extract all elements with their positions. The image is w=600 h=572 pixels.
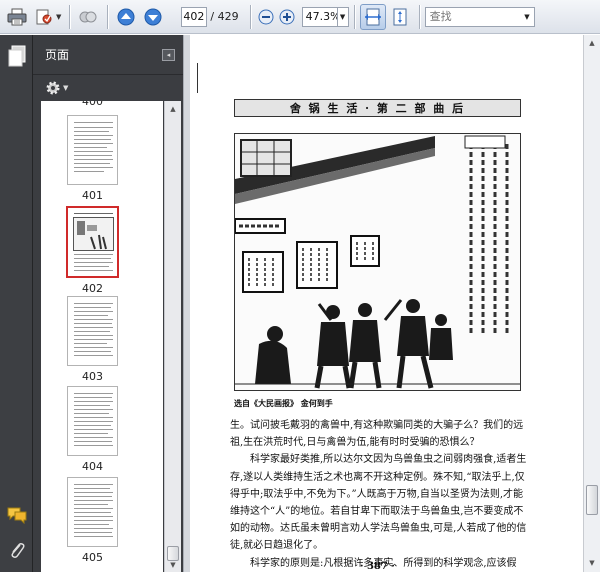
panel-title: 页面 bbox=[45, 48, 70, 62]
zoom-out-button[interactable] bbox=[256, 4, 276, 30]
pages-icon bbox=[8, 45, 25, 67]
zoom-level-input[interactable] bbox=[301, 6, 338, 27]
thumbnail-page bbox=[67, 477, 118, 547]
print-icon bbox=[7, 8, 27, 25]
toolbar-separator bbox=[418, 4, 420, 29]
document-view[interactable]: 舍 锅 生 活 · 第 二 部 曲 后 选自《大民画报》 金何到手 生。试问披毛… bbox=[190, 35, 583, 572]
toolbar-separator bbox=[249, 4, 251, 29]
illustration-caption: 选自《大民画报》 金何到手 bbox=[234, 398, 333, 408]
thumbnail-label: 401 bbox=[82, 189, 103, 202]
scroll-up-arrow-icon[interactable]: ▲ bbox=[167, 103, 179, 115]
attach-button[interactable] bbox=[31, 4, 57, 30]
thumbnail-illustration bbox=[73, 217, 114, 251]
panel-options: ▼ bbox=[33, 75, 183, 101]
scroll-up-arrow-icon[interactable]: ▲ bbox=[586, 37, 598, 49]
next-page-icon bbox=[144, 8, 162, 25]
thumbnail-page bbox=[67, 386, 118, 456]
pages-nav-button[interactable] bbox=[4, 43, 29, 69]
print-button[interactable] bbox=[4, 4, 30, 30]
document-scrollbar[interactable]: ▲ ▼ bbox=[583, 35, 600, 572]
search-box[interactable]: ▼ bbox=[424, 6, 535, 27]
comment-icon bbox=[7, 507, 26, 524]
fit-page-icon bbox=[393, 8, 407, 25]
thumbnail-page bbox=[66, 206, 119, 278]
thumbnail-label: 402 bbox=[82, 282, 103, 295]
collaborate-icon bbox=[79, 11, 97, 22]
thumbnail-list: 400 401 402 403 404 405 bbox=[41, 101, 163, 572]
toolbar-separator bbox=[107, 4, 109, 29]
woodcut-illustration bbox=[234, 134, 520, 390]
thumbnail-page bbox=[67, 115, 118, 185]
options-dropdown-arrow-icon[interactable]: ▼ bbox=[63, 84, 68, 92]
running-header-text: 舍 锅 生 活 · 第 二 部 曲 后 bbox=[289, 102, 466, 115]
zoom-dropdown-arrow-icon[interactable]: ▼ bbox=[337, 6, 349, 27]
document-body: 生。试问披毛戴羽的禽兽中,有这种欺骗同类的大骗子么？我们的远祖,生在洪荒时代,日… bbox=[230, 417, 530, 572]
page-margin-mark bbox=[197, 63, 198, 93]
paragraph: 科学家最好类推,所以达尔文因为鸟兽鱼虫之间弱肉强食,适者生存,遂以人类维持生活之… bbox=[230, 454, 527, 552]
thumbnail-label: 405 bbox=[82, 551, 103, 564]
page-number-footer: · 387 · bbox=[360, 561, 395, 572]
toolbar: ▼ / 429 ▼ bbox=[0, 0, 600, 34]
prev-page-icon bbox=[117, 8, 135, 25]
paragraph: 生。试问披毛戴羽的禽兽中,有这种欺骗同类的大骗子么？我们的远祖,生在洪荒时代,日… bbox=[230, 420, 524, 449]
zoom-out-icon bbox=[258, 9, 274, 24]
fit-width-icon bbox=[364, 8, 381, 25]
search-input[interactable] bbox=[429, 8, 518, 25]
zoom-in-icon bbox=[279, 9, 295, 24]
zoom-in-button[interactable] bbox=[277, 4, 297, 30]
toolbar-separator bbox=[69, 4, 71, 29]
running-header: 舍 锅 生 活 · 第 二 部 曲 后 bbox=[234, 99, 521, 117]
page-number-input[interactable] bbox=[181, 6, 208, 27]
search-dropdown-arrow-icon[interactable]: ▼ bbox=[524, 13, 529, 21]
panel-resize-handle[interactable] bbox=[183, 35, 190, 572]
scroll-down-arrow-icon[interactable]: ▼ bbox=[167, 559, 179, 571]
thumbnail-label: 403 bbox=[82, 370, 103, 383]
pages-panel: 页面 ◂ ▼ 400 401 402 403 404 405 ▲ ▼ bbox=[33, 35, 183, 572]
thumbnail-scrollbar[interactable]: ▲ ▼ bbox=[164, 101, 181, 572]
toolbar-separator bbox=[353, 4, 355, 29]
gear-icon[interactable] bbox=[45, 80, 61, 96]
fit-page-button[interactable] bbox=[387, 4, 413, 30]
page-total-label: / 429 bbox=[210, 10, 239, 23]
thumbnail-page bbox=[67, 296, 118, 366]
panel-header: 页面 bbox=[33, 35, 183, 75]
paperclip-icon bbox=[10, 543, 25, 558]
attach-dropdown-arrow-icon[interactable]: ▼ bbox=[56, 13, 61, 21]
next-page-button[interactable] bbox=[140, 4, 166, 30]
attach-icon bbox=[36, 9, 52, 24]
comments-nav-button[interactable] bbox=[4, 502, 29, 528]
panel-close-button[interactable]: ◂ bbox=[162, 49, 175, 61]
prev-page-button[interactable] bbox=[113, 4, 139, 30]
scrollbar-thumb[interactable] bbox=[586, 485, 598, 515]
illustration bbox=[234, 133, 521, 391]
thumbnail-label: 404 bbox=[82, 460, 103, 473]
fit-width-button[interactable] bbox=[359, 3, 386, 30]
scroll-down-arrow-icon[interactable]: ▼ bbox=[586, 557, 598, 569]
collaborate-button[interactable] bbox=[75, 4, 101, 30]
navigation-rail bbox=[0, 35, 33, 572]
attachments-nav-button[interactable] bbox=[4, 538, 29, 564]
thumbnail-label: 400 bbox=[82, 101, 103, 108]
